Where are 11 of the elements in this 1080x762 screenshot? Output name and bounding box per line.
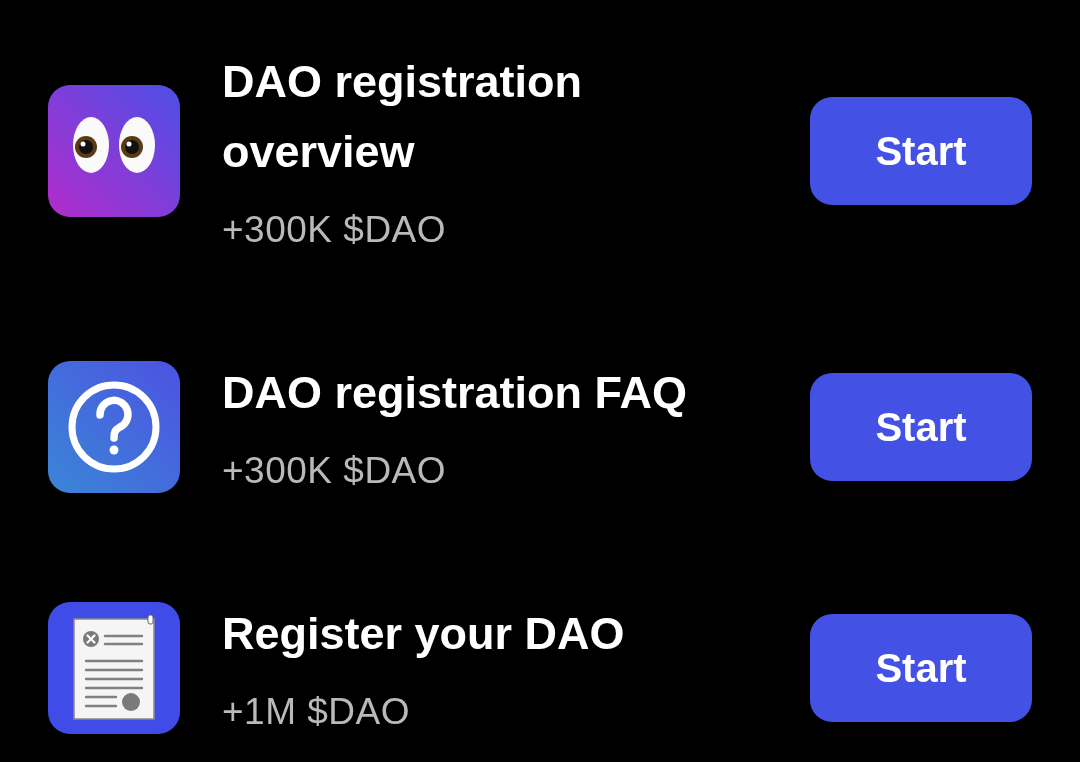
reward-amount: +1M $DAO — [222, 690, 411, 734]
start-button[interactable]: Start — [810, 97, 1032, 205]
reward-amount: +300K $DAO — [222, 449, 447, 493]
eyes-icon — [48, 85, 180, 217]
reward-amount: +300K $DAO — [222, 208, 447, 252]
task-title: DAO registration overview — [222, 55, 584, 179]
document-icon — [48, 602, 180, 734]
task-title: Register your DAO — [222, 607, 625, 661]
start-button[interactable]: Start — [810, 373, 1032, 481]
start-button[interactable]: Start — [810, 614, 1032, 722]
task-title: DAO registration FAQ — [222, 366, 688, 420]
